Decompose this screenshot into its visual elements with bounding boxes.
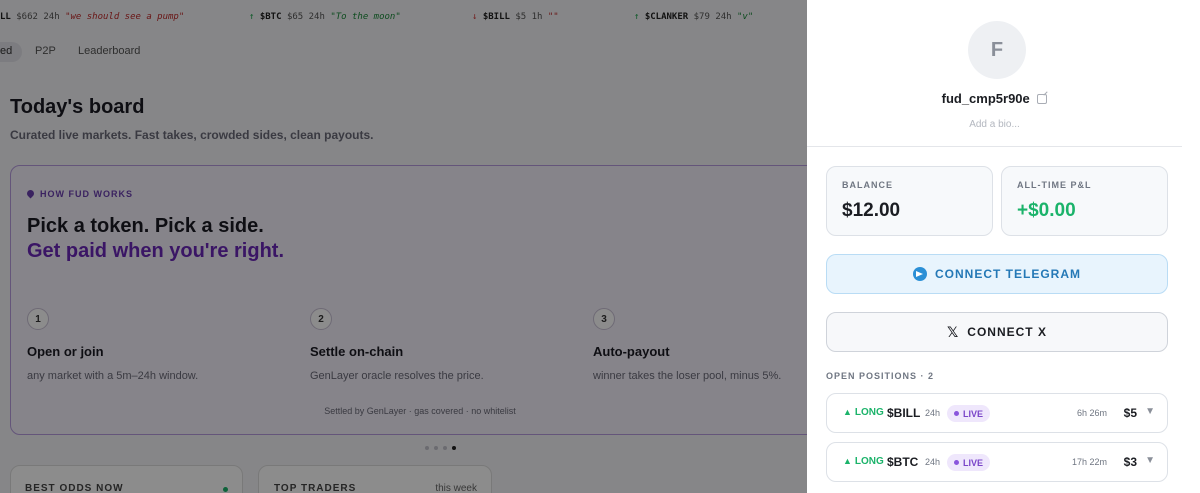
- position-time-left: 17h 22m: [1071, 457, 1107, 467]
- live-badge: LIVE: [947, 405, 991, 422]
- position-token: $BILL: [887, 406, 921, 420]
- open-positions-label: OPEN POSITIONS: [826, 371, 918, 381]
- balance-value: $12.00: [842, 200, 901, 221]
- live-dot-icon: [954, 411, 959, 416]
- position-time-left: 6h 26m: [1076, 408, 1107, 418]
- position-window: 24h: [925, 408, 941, 418]
- pnl-label: ALL-TIME P&L: [1017, 180, 1092, 190]
- position-row[interactable]: ▲ LONG $BILL 24h LIVE 6h 26m $5 ▼: [826, 393, 1168, 433]
- triangle-up-icon: ▲: [843, 407, 852, 417]
- position-side-label: LONG: [854, 407, 884, 418]
- telegram-icon: [913, 267, 927, 281]
- position-token: $BTC: [887, 455, 919, 469]
- connect-telegram-button[interactable]: CONNECT TELEGRAM: [826, 254, 1168, 294]
- pnl-card: ALL-TIME P&L +$0.00: [1001, 166, 1168, 236]
- connect-x-button[interactable]: 𝕏 CONNECT X: [826, 312, 1168, 352]
- position-window: 24h: [925, 457, 941, 467]
- live-badge-label: LIVE: [963, 457, 984, 468]
- avatar[interactable]: F: [968, 21, 1026, 79]
- live-badge-label: LIVE: [963, 408, 984, 419]
- profile-header: F fud_cmp5r90e Add a bio...: [807, 0, 1182, 147]
- username: fud_cmp5r90e: [807, 91, 1182, 106]
- open-positions-heading: OPEN POSITIONS · 2: [826, 371, 934, 381]
- live-badge: LIVE: [947, 454, 991, 471]
- position-side: ▲ LONG: [843, 456, 884, 467]
- position-side-label: LONG: [854, 456, 884, 467]
- connect-telegram-label: CONNECT TELEGRAM: [935, 267, 1081, 281]
- username-text: fud_cmp5r90e: [941, 91, 1030, 106]
- chevron-down-icon[interactable]: ▼: [1145, 406, 1155, 417]
- bio-input[interactable]: Add a bio...: [807, 119, 1182, 130]
- position-side: ▲ LONG: [843, 407, 884, 418]
- connect-x-label: CONNECT X: [967, 325, 1047, 339]
- chevron-down-icon[interactable]: ▼: [1145, 455, 1155, 466]
- triangle-up-icon: ▲: [843, 456, 852, 466]
- balance-card: BALANCE $12.00: [826, 166, 993, 236]
- profile-panel: F fud_cmp5r90e Add a bio... BALANCE $12.…: [807, 0, 1200, 493]
- modal-backdrop[interactable]: [0, 0, 807, 493]
- position-amount: $3: [1123, 455, 1137, 469]
- x-logo-icon: 𝕏: [947, 324, 960, 340]
- edit-icon[interactable]: [1037, 94, 1048, 104]
- live-dot-icon: [954, 460, 959, 465]
- pnl-value: +$0.00: [1017, 200, 1076, 221]
- position-row[interactable]: ▲ LONG $BTC 24h LIVE 17h 22m $3 ▼: [826, 442, 1168, 482]
- position-amount: $5: [1123, 406, 1137, 420]
- open-positions-count: · 2: [920, 371, 935, 381]
- balance-label: BALANCE: [842, 180, 893, 190]
